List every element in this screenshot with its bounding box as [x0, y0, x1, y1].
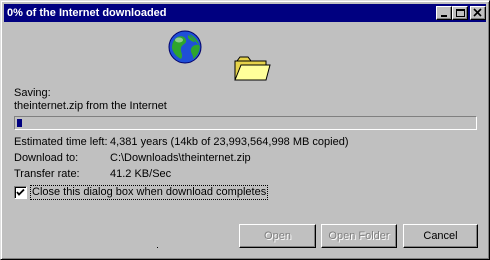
time-left-value: 4,381 years (14kb of 23,993,564,998 MB c… — [110, 136, 349, 148]
checkmark-icon — [16, 188, 25, 196]
transfer-rate-label: Transfer rate: — [14, 168, 80, 180]
close-when-done-label[interactable]: Close this dialog box when download comp… — [29, 185, 269, 200]
minimize-icon — [441, 15, 447, 17]
saving-label: Saving: — [14, 87, 51, 99]
stray-dot — [157, 247, 158, 248]
close-button[interactable] — [470, 6, 486, 20]
window-title: 0% of the Internet downloaded — [7, 7, 167, 19]
folder-icon — [234, 56, 271, 81]
minimize-button[interactable] — [436, 6, 452, 20]
download-to-label: Download to: — [14, 152, 79, 164]
file-source-text: theinternet.zip from the Internet — [14, 100, 167, 112]
globe-icon — [168, 30, 202, 64]
download-dialog: 0% of the Internet downloaded Saving: th… — [0, 0, 490, 260]
time-left-label: Estimated time left: — [14, 136, 108, 148]
open-button[interactable]: Open — [239, 224, 316, 248]
title-bar[interactable]: 0% of the Internet downloaded — [4, 4, 486, 22]
download-to-value: C:\Downloads\theinternet.zip — [110, 152, 251, 164]
download-progress-bar — [14, 116, 477, 130]
open-folder-button[interactable]: Open Folder — [321, 224, 397, 248]
cancel-button[interactable]: Cancel — [403, 224, 478, 248]
close-icon — [473, 8, 482, 17]
close-when-done-checkbox[interactable] — [14, 186, 27, 199]
transfer-rate-value: 41.2 KB/Sec — [110, 168, 172, 180]
maximize-icon — [456, 9, 465, 17]
maximize-button[interactable] — [452, 6, 468, 20]
progress-fill — [17, 119, 22, 127]
